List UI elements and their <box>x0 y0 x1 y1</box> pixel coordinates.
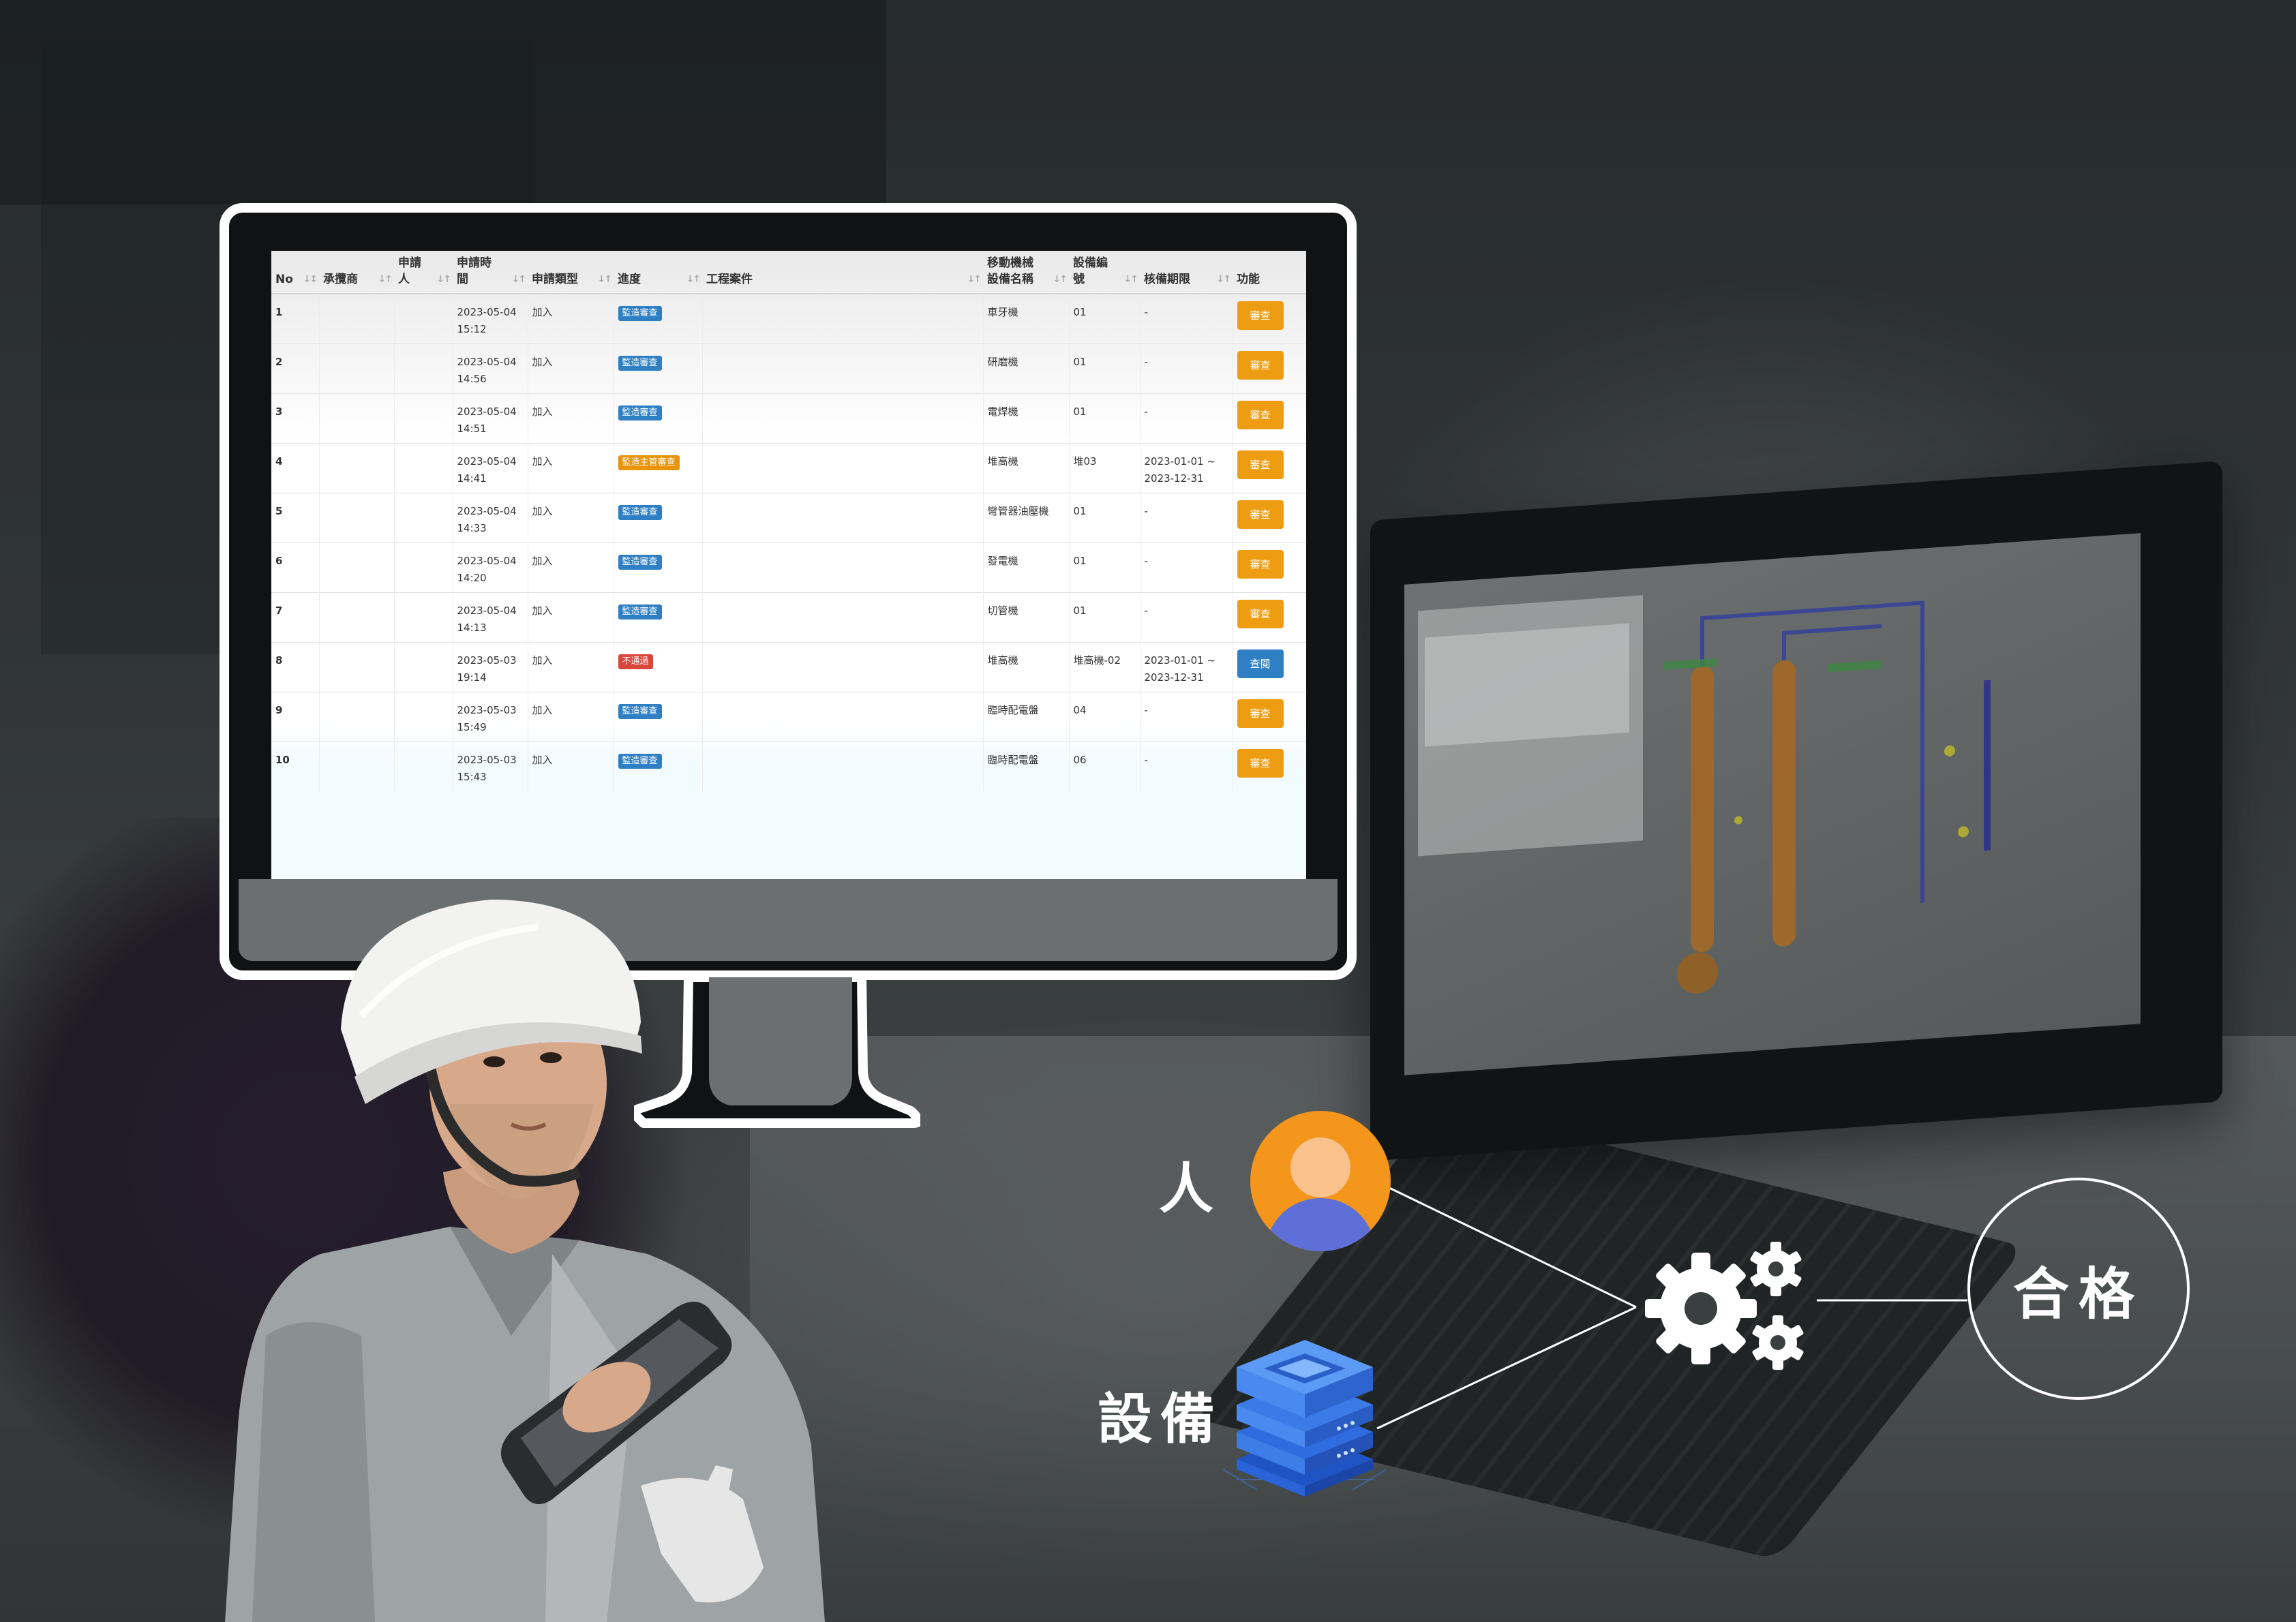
gears-icon <box>1645 1242 1804 1370</box>
pass-result-circle: 合格 <box>1967 1178 2190 1400</box>
server-stack-icon <box>1222 1340 1387 1497</box>
pass-label: 合格 <box>2012 1261 2144 1327</box>
equipment-label: 設備 <box>1098 1388 1223 1451</box>
person-label: 人 <box>1159 1157 1213 1221</box>
user-avatar-icon <box>1250 1111 1391 1251</box>
